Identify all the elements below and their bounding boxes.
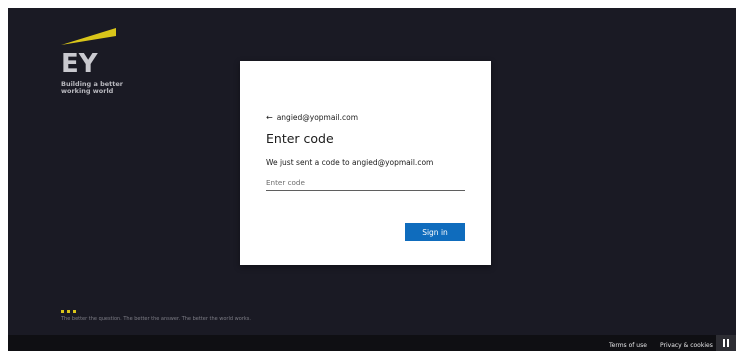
ey-logo-text: EY (61, 49, 99, 74)
ey-logo: EY (61, 28, 141, 74)
page-title: Enter code (266, 131, 334, 146)
back-to-account-button[interactable]: ← angied@yopmail.com (266, 113, 358, 122)
tagline-line-2: working world (61, 87, 114, 95)
code-input[interactable] (266, 175, 465, 191)
arrow-left-icon[interactable]: ← (266, 113, 273, 122)
pause-icon (723, 339, 725, 347)
privacy-cookies-link[interactable]: Privacy & cookies (660, 342, 713, 349)
sign-in-card: ← angied@yopmail.com Enter code We just … (240, 61, 491, 265)
sign-in-button[interactable]: Sign in (405, 223, 465, 241)
dot (73, 310, 76, 313)
dot (61, 310, 64, 313)
brand-tagline: Building a better working world (61, 81, 123, 95)
dot (67, 310, 70, 313)
bottom-tagline: The better the question. The better the … (61, 316, 251, 322)
brand-dots (61, 310, 76, 313)
code-sent-description: We just sent a code to angied@yopmail.co… (266, 158, 434, 167)
pause-icon-bar (727, 339, 729, 347)
pause-button[interactable] (716, 335, 736, 351)
account-email: angied@yopmail.com (276, 113, 359, 122)
footer-bar: Terms of use Privacy & cookies (8, 335, 736, 351)
ey-logo-icon: EY (61, 28, 116, 74)
terms-of-use-link[interactable]: Terms of use (609, 342, 647, 349)
